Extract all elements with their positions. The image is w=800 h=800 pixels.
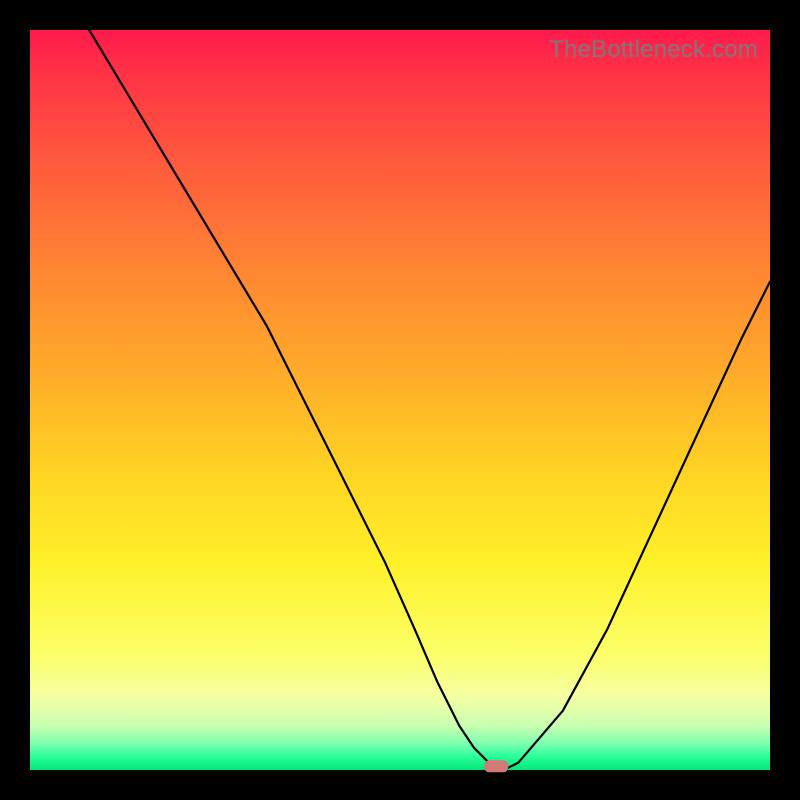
bottleneck-curve: [30, 30, 770, 770]
optimal-marker: [484, 760, 508, 772]
chart-frame: TheBottleneck.com: [0, 0, 800, 800]
curve-path: [89, 30, 770, 770]
plot-area: TheBottleneck.com: [30, 30, 770, 770]
